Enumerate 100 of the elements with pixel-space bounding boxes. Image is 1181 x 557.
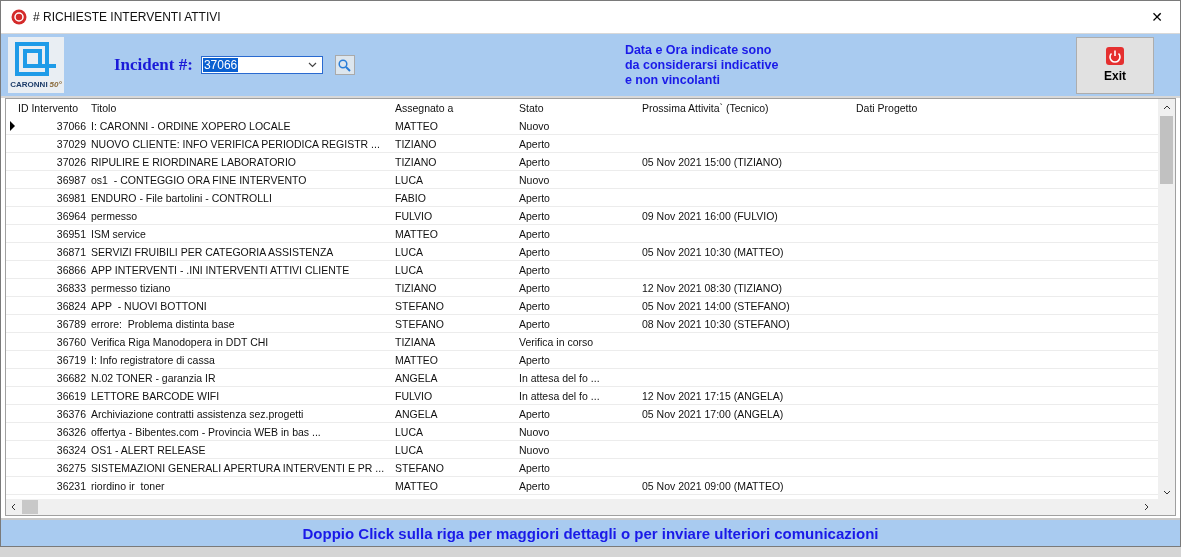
- table-cell-text: I: CARONNI - ORDINE XOPERO LOCALE: [91, 119, 292, 132]
- table-cell-text: MATTEO: [395, 353, 439, 366]
- table-cell-text: LETTORE BARCODE WIFI: [91, 389, 221, 402]
- column-header[interactable]: Prossima Attivita` (Tecnico): [642, 102, 856, 114]
- notice-text: Data e Ora indicate sono: [624, 42, 773, 58]
- power-icon: [1106, 47, 1124, 65]
- column-header[interactable]: Stato: [519, 102, 642, 114]
- table-cell-text: 36824: [55, 299, 87, 312]
- search-button[interactable]: [334, 55, 355, 75]
- search-icon: [338, 58, 352, 72]
- table-row[interactable]: 37029 NUOVO CLIENTE: INFO VERIFICA PERIODICA REGISTR ... TIZIANO Aperto: [6, 135, 1158, 153]
- table-cell-text: FABIO: [395, 191, 427, 204]
- table-row[interactable]: 36824 APP - NUOVI BOTTONI STEFANO Aperto 05 Nov 2021 14:00 (STEFANO): [6, 297, 1158, 315]
- table-row[interactable]: 36987 os1 - CONTEGGIO ORA FINE INTERVENTO LUCA Nuovo: [6, 171, 1158, 189]
- logo-text: CARONNI: [10, 79, 48, 89]
- table-cell-text: In attesa del fo ...: [519, 389, 601, 402]
- column-header[interactable]: Assegnato a: [395, 102, 519, 114]
- table-cell-text: offertya - Bibentes.com - Provincia WEB in bas ...: [91, 425, 322, 438]
- scroll-thumb[interactable]: [1160, 116, 1173, 184]
- table-cell-text: riordino ir toner: [91, 479, 166, 492]
- table-row[interactable]: 36866 APP INTERVENTI - .INI INTERVENTI ATTIVI CLIENTE LUCA Aperto: [6, 261, 1158, 279]
- table-row[interactable]: 36326 offertya - Bibentes.com - Provincia WEB in bas ... LUCA Nuovo: [6, 423, 1158, 441]
- vertical-scrollbar[interactable]: [1158, 99, 1175, 499]
- table-row[interactable]: 36789 errore: Problema distinta base STEFANO Aperto 08 Nov 2021 10:30 (STEFANO): [6, 315, 1158, 333]
- table-cell-text: 09 Nov 2021 16:00 (FULVIO): [642, 209, 779, 222]
- table-cell-text: 37066: [55, 119, 87, 132]
- table-cell-text: 05 Nov 2021 17:00 (ANGELA): [642, 407, 785, 420]
- table-cell-text: TIZIANO: [395, 137, 438, 150]
- scroll-thumb[interactable]: [22, 500, 38, 514]
- table-cell-text: errore: Problema distinta base: [91, 317, 236, 330]
- table-cell-text: ENDURO - File bartolini - CONTROLLI: [91, 191, 273, 204]
- table-row[interactable]: 36275 SISTEMAZIONI GENERALI APERTURA INTERVENTI E PR ... STEFANO Aperto: [6, 459, 1158, 477]
- table-cell-text: ISM service: [91, 227, 147, 240]
- table-row[interactable]: 36964 permesso FULVIO Aperto 09 Nov 2021 16:00 (FULVIO): [6, 207, 1158, 225]
- table-cell-text: 36231: [55, 479, 87, 492]
- table-cell-text: Aperto: [519, 299, 551, 312]
- table-cell-text: MATTEO: [395, 119, 439, 132]
- table-cell-text: FULVIO: [395, 209, 434, 222]
- table-cell-text: Aperto: [519, 155, 551, 168]
- scroll-up-icon: [1162, 105, 1171, 110]
- table-cell-text: Aperto: [519, 461, 551, 474]
- table-row[interactable]: 36682 N.02 TONER - garanzia IR ANGELA In attesa del fo ...: [6, 369, 1158, 387]
- table-cell-text: 05 Nov 2021 15:00 (TIZIANO): [642, 155, 784, 168]
- table-row[interactable]: 36760 Verifica Riga Manodopera in DDT CHI TIZIANA Verifica in corso: [6, 333, 1158, 351]
- table-cell-text: 36833: [55, 281, 87, 294]
- table-cell-text: STEFANO: [395, 299, 445, 312]
- app-icon: [11, 9, 27, 25]
- table-cell-text: I: Info registratore di cassa: [91, 353, 216, 366]
- table-cell-text: 36376: [55, 407, 87, 420]
- scroll-right-icon: [1144, 503, 1149, 511]
- table-cell-text: FULVIO: [395, 389, 434, 402]
- table-cell-text: Archiviazione contratti assistenza sez.progetti: [91, 407, 305, 420]
- table-row[interactable]: 36981 ENDURO - File bartolini - CONTROLLI FABIO Aperto: [6, 189, 1158, 207]
- table-cell-text: ANGELA: [395, 407, 439, 420]
- column-header[interactable]: Titolo: [91, 102, 395, 114]
- horizontal-scrollbar[interactable]: [6, 499, 1175, 515]
- notice-text: da considerarsi indicative: [624, 57, 779, 73]
- table-cell-text: Aperto: [519, 281, 551, 294]
- dropdown-caret-icon: [307, 62, 317, 68]
- exit-button[interactable]: Exit: [1076, 36, 1154, 94]
- table-cell-text: 36760: [55, 335, 87, 348]
- notice-text: e non vincolanti: [624, 72, 722, 88]
- table-row[interactable]: 36619 LETTORE BARCODE WIFI FULVIO In attesa del fo ... 12 Nov 2021 17:15 (ANGELA): [6, 387, 1158, 405]
- table-cell-text: 36964: [55, 209, 87, 222]
- table-row[interactable]: 36951 ISM service MATTEO Aperto: [6, 225, 1158, 243]
- table-cell-text: TIZIANO: [395, 155, 438, 168]
- table-cell-text: Aperto: [519, 407, 551, 420]
- table-cell-text: 12 Nov 2021 08:30 (TIZIANO): [642, 281, 784, 294]
- table-cell-text: ANGELA: [395, 371, 439, 384]
- table-row[interactable]: 37066 I: CARONNI - ORDINE XOPERO LOCALE MATTEO Nuovo: [6, 117, 1158, 135]
- table-cell-text: 05 Nov 2021 10:30 (MATTEO): [642, 245, 785, 258]
- table-cell-text: 36326: [55, 425, 87, 438]
- table-cell-text: 37029: [55, 137, 87, 150]
- table-cell-text: TIZIANO: [395, 281, 438, 294]
- table-cell-text: In attesa del fo ...: [519, 371, 601, 384]
- table-cell-text: Aperto: [519, 191, 551, 204]
- table-cell-text: 08 Nov 2021 10:30 (STEFANO): [642, 317, 791, 330]
- table-row[interactable]: 36324 OS1 - ALERT RELEASE LUCA Nuovo: [6, 441, 1158, 459]
- table-cell-text: Nuovo: [519, 443, 551, 456]
- table-cell-text: Nuovo: [519, 119, 551, 132]
- table-row[interactable]: 36231 riordino ir toner MATTEO Aperto 05 Nov 2021 09:00 (MATTEO): [6, 477, 1158, 495]
- table-cell-text: 36951: [55, 227, 87, 240]
- table-cell-text: OS1 - ALERT RELEASE: [91, 443, 207, 456]
- table-row[interactable]: 36833 permesso tiziano TIZIANO Aperto 12 Nov 2021 08:30 (TIZIANO): [6, 279, 1158, 297]
- table-cell-text: os1 - CONTEGGIO ORA FINE INTERVENTO: [91, 173, 308, 186]
- table-cell-text: 36789: [55, 317, 87, 330]
- column-header[interactable]: ID Intervento: [18, 102, 91, 114]
- column-header[interactable]: Dati Progetto: [856, 102, 918, 114]
- table-cell-text: 36275: [55, 461, 87, 474]
- table-row[interactable]: 37026 RIPULIRE E RIORDINARE LABORATORIO TIZIANO Aperto 05 Nov 2021 15:00 (TIZIANO): [6, 153, 1158, 171]
- table-row[interactable]: 36871 SERVIZI FRUIBILI PER CATEGORIA ASSISTENZA LUCA Aperto 05 Nov 2021 10:30 (MATTEO): [6, 243, 1158, 261]
- incident-combo[interactable]: 37066: [200, 56, 323, 74]
- table-cell-text: Aperto: [519, 209, 551, 222]
- table-cell-text: Aperto: [519, 317, 551, 330]
- table-cell-text: permesso: [91, 209, 139, 222]
- table-row[interactable]: 36719 I: Info registratore di cassa MATTEO Aperto: [6, 351, 1158, 369]
- table-row[interactable]: 36376 Archiviazione contratti assistenza sez.progetti ANGELA Aperto 05 Nov 2021 17:00 (ANGELA): [6, 405, 1158, 423]
- table-cell-text: MATTEO: [395, 227, 439, 240]
- table-cell-text: LUCA: [395, 245, 424, 258]
- table-cell-text: Aperto: [519, 227, 551, 240]
